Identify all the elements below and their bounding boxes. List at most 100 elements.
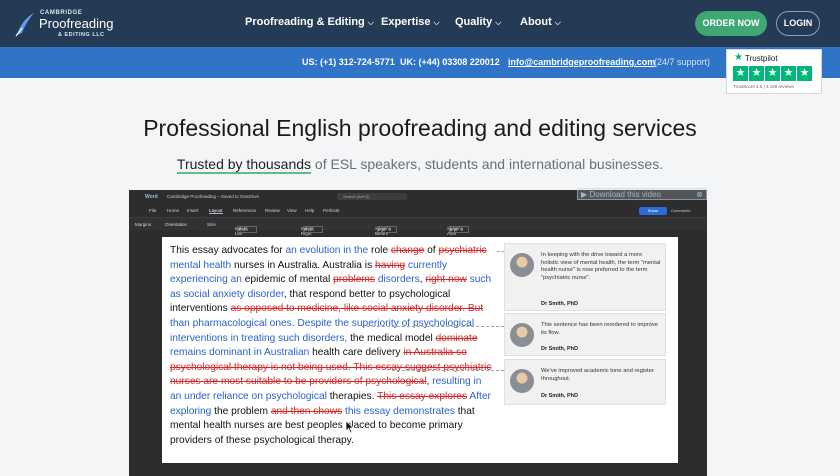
trustpilot-rating-stars: ★ ★ ★ ★ ★ xyxy=(733,66,812,81)
trustpilot-score: TrustScore 4.5 | 3,158 reviews xyxy=(733,84,794,89)
review-comment[interactable]: We've improved academic tone and registe… xyxy=(504,359,666,405)
review-comment[interactable]: In keeping with the drive toward a more … xyxy=(504,243,666,311)
comments-button[interactable]: Comments xyxy=(671,208,690,213)
menu-perfectit[interactable]: Perfectit xyxy=(323,208,340,213)
comment-connector xyxy=(497,251,504,252)
login-button[interactable]: LOGIN xyxy=(776,11,820,36)
document-text: of xyxy=(424,245,439,256)
size-button[interactable]: Size xyxy=(207,222,216,227)
nav-quality[interactable]: Quality ⌵ xyxy=(455,16,501,28)
hero-subtitle: Trusted by thousands of ESL speakers, st… xyxy=(0,156,840,174)
nav-about[interactable]: About ⌵ xyxy=(520,16,561,28)
star-icon: ★ xyxy=(781,66,796,81)
review-comment[interactable]: This sentence has been reordered to impr… xyxy=(504,313,666,356)
star-icon: ★ xyxy=(797,66,812,81)
star-icon: ★ xyxy=(765,66,780,81)
menu-layout[interactable]: Layout xyxy=(209,208,223,214)
indent-left-value: 0 cm xyxy=(237,226,257,233)
layout-ribbon: Margins Orientation Size Indent Left 0 cm… xyxy=(129,217,707,236)
document-text: This essay advocates for xyxy=(170,245,286,256)
deleted-text: change xyxy=(390,245,425,256)
download-video-bar[interactable]: ▶ Download this video ⊗ xyxy=(577,188,707,200)
document-text: the problem xyxy=(211,405,271,417)
word-search-box[interactable]: Search (Alt+Q) xyxy=(337,193,407,200)
download-video-label: Download this video xyxy=(589,190,661,199)
document-body[interactable]: This essay advocates for an evolution in… xyxy=(170,244,495,448)
comment-text: We've improved academic tone and registe… xyxy=(541,368,654,382)
inserted-text: disorders xyxy=(377,274,420,286)
document-text: therapies. xyxy=(326,390,378,402)
inserted-text: remains dominant in Australian xyxy=(170,347,310,359)
close-icon[interactable]: ⊗ xyxy=(696,189,703,200)
document-text: health care delivery xyxy=(309,347,404,359)
inserted-text: mental health xyxy=(170,259,232,271)
page-title: Professional English proofreading and ed… xyxy=(143,115,697,141)
menu-home[interactable]: Home xyxy=(167,208,179,213)
menu-insert[interactable]: Insert xyxy=(187,208,198,213)
deleted-text: as opposed to medicine, like social anxi… xyxy=(230,303,484,315)
trustpilot-widget[interactable]: ★ Trustpilot ★ ★ ★ ★ ★ TrustScore 4.5 | 3,15… xyxy=(726,49,822,94)
subtitle-highlight: Trusted by thousands xyxy=(176,156,312,174)
document-page[interactable]: This essay advocates for an evolution in… xyxy=(162,237,678,463)
nav-label: Quality xyxy=(455,16,493,28)
comment-author: Dr Smith, PhD xyxy=(541,346,578,352)
deleted-text: having xyxy=(375,259,406,271)
star-icon: ★ xyxy=(749,66,764,81)
deleted-text: dominate xyxy=(435,332,478,344)
menu-view[interactable]: View xyxy=(287,208,297,213)
document-text: role xyxy=(368,245,391,256)
contact-bar: US: (+1) 312-724-5771 UK: (+44) 03308 22… xyxy=(0,47,840,78)
top-navbar: CAMBRIDGE Proofreading & EDITING LLC Pro… xyxy=(0,0,840,47)
menu-references[interactable]: References xyxy=(233,208,256,213)
comment-connector xyxy=(362,326,504,327)
menu-file[interactable]: File xyxy=(149,208,156,213)
indent-right-value: 0 cm xyxy=(303,226,323,233)
share-button[interactable]: Share xyxy=(639,207,667,215)
deleted-text: psychiatric xyxy=(438,245,487,256)
comment-connector xyxy=(392,370,504,371)
margins-button[interactable]: Margins xyxy=(135,222,151,227)
nav-label: Expertise xyxy=(381,16,431,28)
nav-expertise[interactable]: Expertise ⌵ xyxy=(381,16,440,28)
word-menu-bar: File Home Insert Layout References Revie… xyxy=(129,206,707,216)
nav-label: Proofreading & Editing xyxy=(245,16,365,28)
mouse-pointer-icon xyxy=(345,420,355,434)
chevron-down-icon: ⌵ xyxy=(433,18,440,27)
spacing-before-value: 0 pt xyxy=(377,226,397,233)
chevron-down-icon: ⌵ xyxy=(495,18,502,27)
menu-review[interactable]: Review xyxy=(265,208,280,213)
spacing-after-value: 8 pt xyxy=(449,226,469,233)
orientation-button[interactable]: Orientation xyxy=(165,222,187,227)
support-hours: (24/7 support) xyxy=(654,57,711,67)
deleted-text: This essay explores xyxy=(377,390,468,402)
order-now-button[interactable]: ORDER NOW xyxy=(695,11,767,36)
subtitle-rest: of ESL speakers, students and internatio… xyxy=(311,156,664,172)
email-link[interactable]: info@cambridgeproofreading.com xyxy=(508,57,655,67)
reviewer-avatar xyxy=(510,253,534,277)
deleted-text: and then shows xyxy=(270,405,343,417)
trustpilot-name: Trustpilot xyxy=(745,54,778,63)
chevron-down-icon: ⌵ xyxy=(367,18,374,27)
comment-author: Dr Smith, PhD xyxy=(541,301,578,307)
inserted-text: an evolution in the xyxy=(285,245,369,256)
comment-text: In keeping with the drive toward a more … xyxy=(541,252,661,281)
company-logo[interactable]: CAMBRIDGE Proofreading & EDITING LLC xyxy=(14,9,114,39)
logo-main-text: Proofreading xyxy=(39,16,114,31)
comment-author: Dr Smith, PhD xyxy=(541,393,578,399)
reviewer-avatar xyxy=(510,369,534,393)
deleted-text: problems xyxy=(333,274,376,286)
us-phone-link[interactable]: US: (+1) 312-724-5771 xyxy=(302,57,395,67)
star-icon: ★ xyxy=(733,66,748,81)
document-text: epidemic of mental xyxy=(241,274,334,286)
logo-bottom-text: & EDITING LLC xyxy=(58,32,105,38)
document-title: Cambridge Proofreading – Saved to OneDri… xyxy=(167,194,260,199)
uk-phone-link[interactable]: UK: (+44) 03308 220012 xyxy=(400,57,500,67)
nav-proofreading-editing[interactable]: Proofreading & Editing ⌵ xyxy=(245,16,374,28)
demo-video[interactable]: Word Cambridge Proofreading – Saved to O… xyxy=(129,188,707,476)
document-text: the medical model xyxy=(347,332,436,344)
nav-label: About xyxy=(520,16,552,28)
comment-text: This sentence has been reordered to impr… xyxy=(541,322,658,336)
inserted-text: this essay demonstrates xyxy=(345,405,455,417)
menu-help[interactable]: Help xyxy=(305,208,314,213)
chevron-down-icon: ⌵ xyxy=(554,18,561,27)
